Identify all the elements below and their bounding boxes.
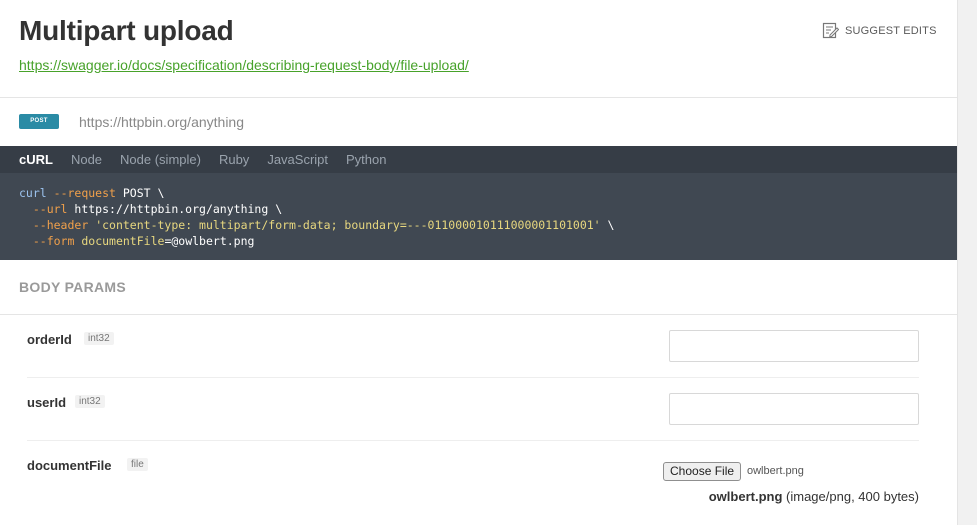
param-type-badge: file [127, 458, 148, 471]
method-badge: POST [19, 114, 59, 129]
suggest-edits-label: SUGGEST EDITS [845, 24, 937, 37]
chosen-file-name: owlbert.png [747, 465, 804, 477]
docs-link[interactable]: https://swagger.io/docs/specification/de… [19, 57, 469, 73]
tab-ruby[interactable]: Ruby [219, 146, 249, 173]
param-row-userid: userId int32 [27, 378, 919, 441]
edit-icon [822, 22, 839, 39]
scrollbar[interactable] [957, 0, 977, 525]
file-info-name: owlbert.png [708, 489, 783, 504]
request-url-bar: POST https://httpbin.org/anything [0, 98, 957, 146]
section-title: BODY PARAMS [19, 279, 127, 295]
endpoint-url: https://httpbin.org/anything [79, 114, 244, 130]
file-info: owlbert.png (image/png, 400 bytes) [709, 489, 919, 504]
param-name: userId [27, 395, 67, 410]
page-title: Multipart upload [19, 15, 234, 46]
code-token: documentFile [81, 234, 165, 248]
param-name: orderId [27, 332, 72, 347]
body-params-section: BODY PARAMS [0, 260, 957, 315]
param-type-badge: int32 [75, 395, 105, 408]
file-info-meta: (image/png, 400 bytes) [786, 489, 919, 504]
tab-javascript[interactable]: JavaScript [267, 146, 328, 173]
code-token: =@owlbert.png [164, 234, 255, 248]
userid-input[interactable] [669, 393, 919, 425]
code-snippet: curl --request POST \ --url https://http… [19, 185, 614, 249]
code-token: --request [53, 186, 116, 200]
page-header: Multipart upload https://swagger.io/docs… [0, 0, 957, 98]
code-token: --form [32, 234, 75, 248]
code-token: \ [600, 218, 615, 232]
param-row-orderid: orderId int32 [27, 315, 919, 378]
code-token: --url [32, 202, 68, 216]
orderid-input[interactable] [669, 330, 919, 362]
code-sample-panel: cURL Node Node (simple) Ruby JavaScript … [0, 146, 977, 260]
code-token: curl [19, 186, 47, 200]
tab-curl[interactable]: cURL [19, 146, 53, 173]
code-token: https://httpbin.org/anything \ [67, 202, 283, 216]
param-type-badge: int32 [84, 332, 114, 345]
code-token: --header [32, 218, 89, 232]
choose-file-button[interactable]: Choose File [663, 462, 742, 481]
tab-node-simple[interactable]: Node (simple) [120, 146, 201, 173]
code-token: 'content-type: multipart/form-data; boun… [95, 218, 601, 232]
suggest-edits-button[interactable]: SUGGEST EDITS [822, 22, 937, 39]
code-token: POST \ [115, 186, 165, 200]
param-row-documentfile: documentFile file [27, 441, 919, 525]
tab-python[interactable]: Python [346, 146, 386, 173]
code-language-tabs: cURL Node Node (simple) Ruby JavaScript … [0, 146, 977, 173]
param-name: documentFile [27, 458, 112, 473]
tab-node[interactable]: Node [71, 146, 102, 173]
